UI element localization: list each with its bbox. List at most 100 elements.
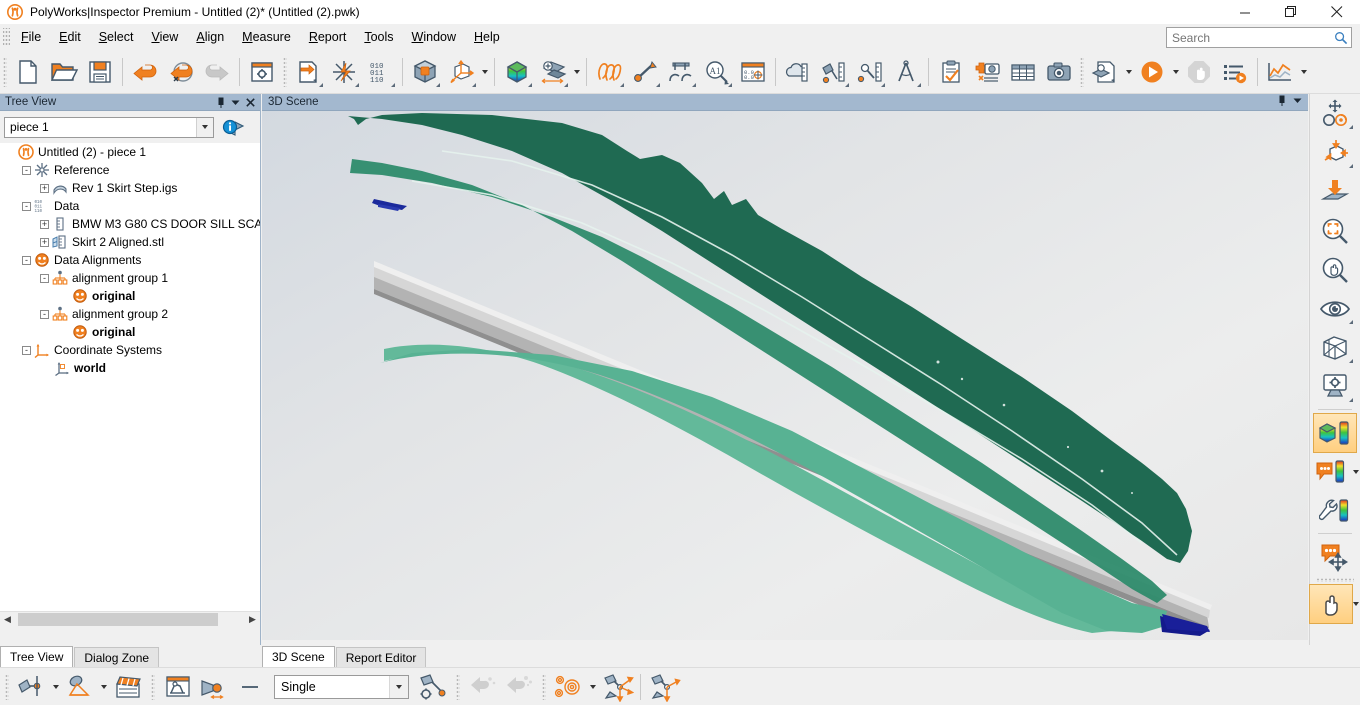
toolbar-grip[interactable]: [5, 673, 9, 700]
expand-toggle-icon[interactable]: +: [40, 237, 49, 247]
save-project-button[interactable]: [82, 53, 118, 91]
color-map-button[interactable]: [499, 53, 535, 91]
toolbar-grip[interactable]: [3, 56, 7, 87]
menu-view[interactable]: View: [142, 27, 187, 47]
stop-macro-button[interactable]: [1181, 53, 1217, 91]
toolbar-grip[interactable]: [1316, 578, 1354, 582]
project-settings-button[interactable]: [244, 53, 280, 91]
collapse-toggle-icon[interactable]: -: [22, 165, 31, 175]
scroll-thumb[interactable]: [18, 612, 218, 626]
close-button[interactable]: [1314, 0, 1360, 24]
chevron-down-icon[interactable]: [196, 117, 213, 137]
menu-grip[interactable]: [3, 28, 10, 46]
probe-device-dropdown-arrow[interactable]: [50, 670, 62, 704]
toolbar-grip[interactable]: [283, 56, 287, 87]
probe-selector[interactable]: Single: [274, 674, 409, 699]
menu-measure[interactable]: Measure: [233, 27, 300, 47]
pick-hand-tool[interactable]: [1308, 584, 1353, 624]
3d-viewport[interactable]: Z X Y: [262, 111, 1308, 640]
menu-edit[interactable]: Edit: [50, 27, 90, 47]
collapse-toggle-icon[interactable]: -: [40, 273, 49, 283]
display-settings-tool[interactable]: [1314, 368, 1356, 406]
expand-toggle-icon[interactable]: +: [40, 183, 49, 193]
redo-button[interactable]: [199, 53, 235, 91]
scroll-track[interactable]: [15, 611, 245, 627]
tree-view-body[interactable]: Untitled (2) - piece 1- Reference + Rev 1 S…: [0, 143, 260, 621]
play-dropdown-arrow[interactable]: [1170, 53, 1181, 91]
orient-object-button[interactable]: [407, 53, 443, 91]
collapse-toggle-icon[interactable]: -: [22, 255, 31, 265]
menu-report[interactable]: Report: [300, 27, 356, 47]
clapper-board-button[interactable]: [110, 670, 146, 704]
piece-info-button[interactable]: [221, 115, 247, 139]
menu-window[interactable]: Window: [403, 27, 465, 47]
back-step-button[interactable]: [465, 670, 501, 704]
tab-dialog-zone[interactable]: Dialog Zone: [74, 647, 160, 667]
tree-node[interactable]: + Rev 1 Skirt Step.igs: [0, 179, 260, 197]
fit-object-tool[interactable]: [1314, 134, 1356, 172]
expand-toggle-icon[interactable]: +: [40, 219, 49, 229]
piece-selector[interactable]: piece 1: [4, 116, 214, 138]
add-snapshot-button[interactable]: [969, 53, 1005, 91]
caliper-button[interactable]: [663, 53, 699, 91]
tree-node[interactable]: Untitled (2) - piece 1: [0, 143, 260, 161]
annotation-scale-dropdown-arrow[interactable]: [1352, 453, 1360, 491]
scan-button[interactable]: [326, 53, 362, 91]
undo-button[interactable]: [127, 53, 163, 91]
datum-window-button[interactable]: 0.0 0.0: [735, 53, 771, 91]
probe-size-button[interactable]: [196, 670, 232, 704]
compare-button[interactable]: [535, 53, 571, 91]
distance-button[interactable]: [627, 53, 663, 91]
tree-node[interactable]: -010 011 110 Data: [0, 197, 260, 215]
device-align-button[interactable]: [599, 670, 635, 704]
laser-scanner-dropdown-arrow[interactable]: [98, 670, 110, 704]
play-macro-button[interactable]: [1134, 53, 1170, 91]
tree-node[interactable]: + Skirt 2 Aligned.stl: [0, 233, 260, 251]
tree-node[interactable]: original: [0, 323, 260, 341]
collapse-toggle-icon[interactable]: -: [22, 345, 31, 355]
pin-icon[interactable]: [1278, 95, 1286, 109]
toolbar-grip[interactable]: [542, 673, 546, 700]
toolbar-grip[interactable]: [1080, 56, 1084, 87]
tree-node[interactable]: - alignment group 1: [0, 269, 260, 287]
control-review-button[interactable]: [933, 53, 969, 91]
clipping-plane-tool[interactable]: [1314, 329, 1356, 367]
toolbar-grip[interactable]: [456, 673, 460, 700]
move-annotation-tool[interactable]: [1314, 538, 1356, 576]
collapse-toggle-icon[interactable]: -: [40, 309, 49, 319]
undo-all-button[interactable]: [163, 53, 199, 91]
import-data-button[interactable]: [290, 53, 326, 91]
probe-measure-button[interactable]: [816, 53, 852, 91]
search-box[interactable]: [1166, 27, 1352, 48]
search-input[interactable]: [1167, 29, 1331, 46]
chevron-down-icon[interactable]: [389, 675, 408, 698]
maximize-restore-button[interactable]: [1268, 0, 1314, 24]
pan-zoom-tool[interactable]: [1314, 251, 1356, 289]
tree-view-horizontal-scrollbar[interactable]: ◀ ▶: [0, 611, 260, 627]
pin-icon[interactable]: [217, 97, 225, 108]
freeform-button[interactable]: [591, 53, 627, 91]
gauge-measure-button[interactable]: [852, 53, 888, 91]
zoom-rotate-tool[interactable]: [1314, 95, 1356, 133]
compass-button[interactable]: [888, 53, 924, 91]
chart-button[interactable]: [1262, 53, 1298, 91]
chevron-right-icon[interactable]: ▶: [245, 612, 260, 627]
view-visibility-tool[interactable]: [1314, 290, 1356, 328]
tree-node[interactable]: + BMW M3 G80 CS DOOR SILL SCAN D.: [0, 215, 260, 233]
new-project-button[interactable]: [10, 53, 46, 91]
annotation-scale-tool[interactable]: [1310, 453, 1352, 491]
playlist-button[interactable]: [1217, 53, 1253, 91]
menu-tools[interactable]: Tools: [355, 27, 402, 47]
tree-node[interactable]: world: [0, 359, 260, 377]
tree-node[interactable]: - Data Alignments: [0, 251, 260, 269]
tree-node[interactable]: - alignment group 2: [0, 305, 260, 323]
chart-dropdown-arrow[interactable]: [1298, 53, 1309, 91]
collapse-toggle-icon[interactable]: -: [22, 201, 31, 211]
minimize-button[interactable]: [1222, 0, 1268, 24]
color-scale-tool[interactable]: [1313, 413, 1357, 453]
export-dropdown-arrow[interactable]: [1123, 53, 1134, 91]
cloud-measure-button[interactable]: [780, 53, 816, 91]
target-dropdown-arrow[interactable]: [587, 670, 599, 704]
open-project-button[interactable]: [46, 53, 82, 91]
device-position-button[interactable]: [646, 670, 682, 704]
